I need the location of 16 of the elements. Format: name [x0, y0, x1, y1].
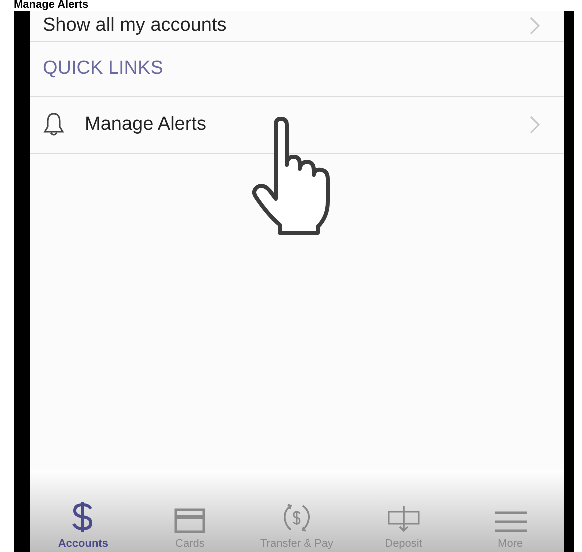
menu-icon — [494, 510, 528, 534]
chevron-icon — [530, 116, 540, 134]
list-row[interactable]: Show all my accounts — [30, 11, 564, 42]
tab[interactable]: More — [460, 510, 561, 550]
row-label: Show all my accounts — [43, 15, 228, 37]
tab[interactable]: Accounts — [33, 500, 134, 550]
section-header: QUICK LINKS — [43, 58, 164, 80]
row-label: Manage Alerts — [85, 114, 208, 136]
caption-title: Manage Alerts — [13, 0, 90, 11]
check-deposit-icon — [386, 504, 421, 534]
bell-icon — [43, 112, 65, 138]
card-icon — [174, 508, 206, 534]
tab[interactable]: Deposit — [354, 504, 454, 550]
tab[interactable]: Cards — [140, 508, 240, 550]
chevron-icon — [530, 17, 540, 35]
tab[interactable]: Transfer & Pay — [246, 502, 347, 550]
